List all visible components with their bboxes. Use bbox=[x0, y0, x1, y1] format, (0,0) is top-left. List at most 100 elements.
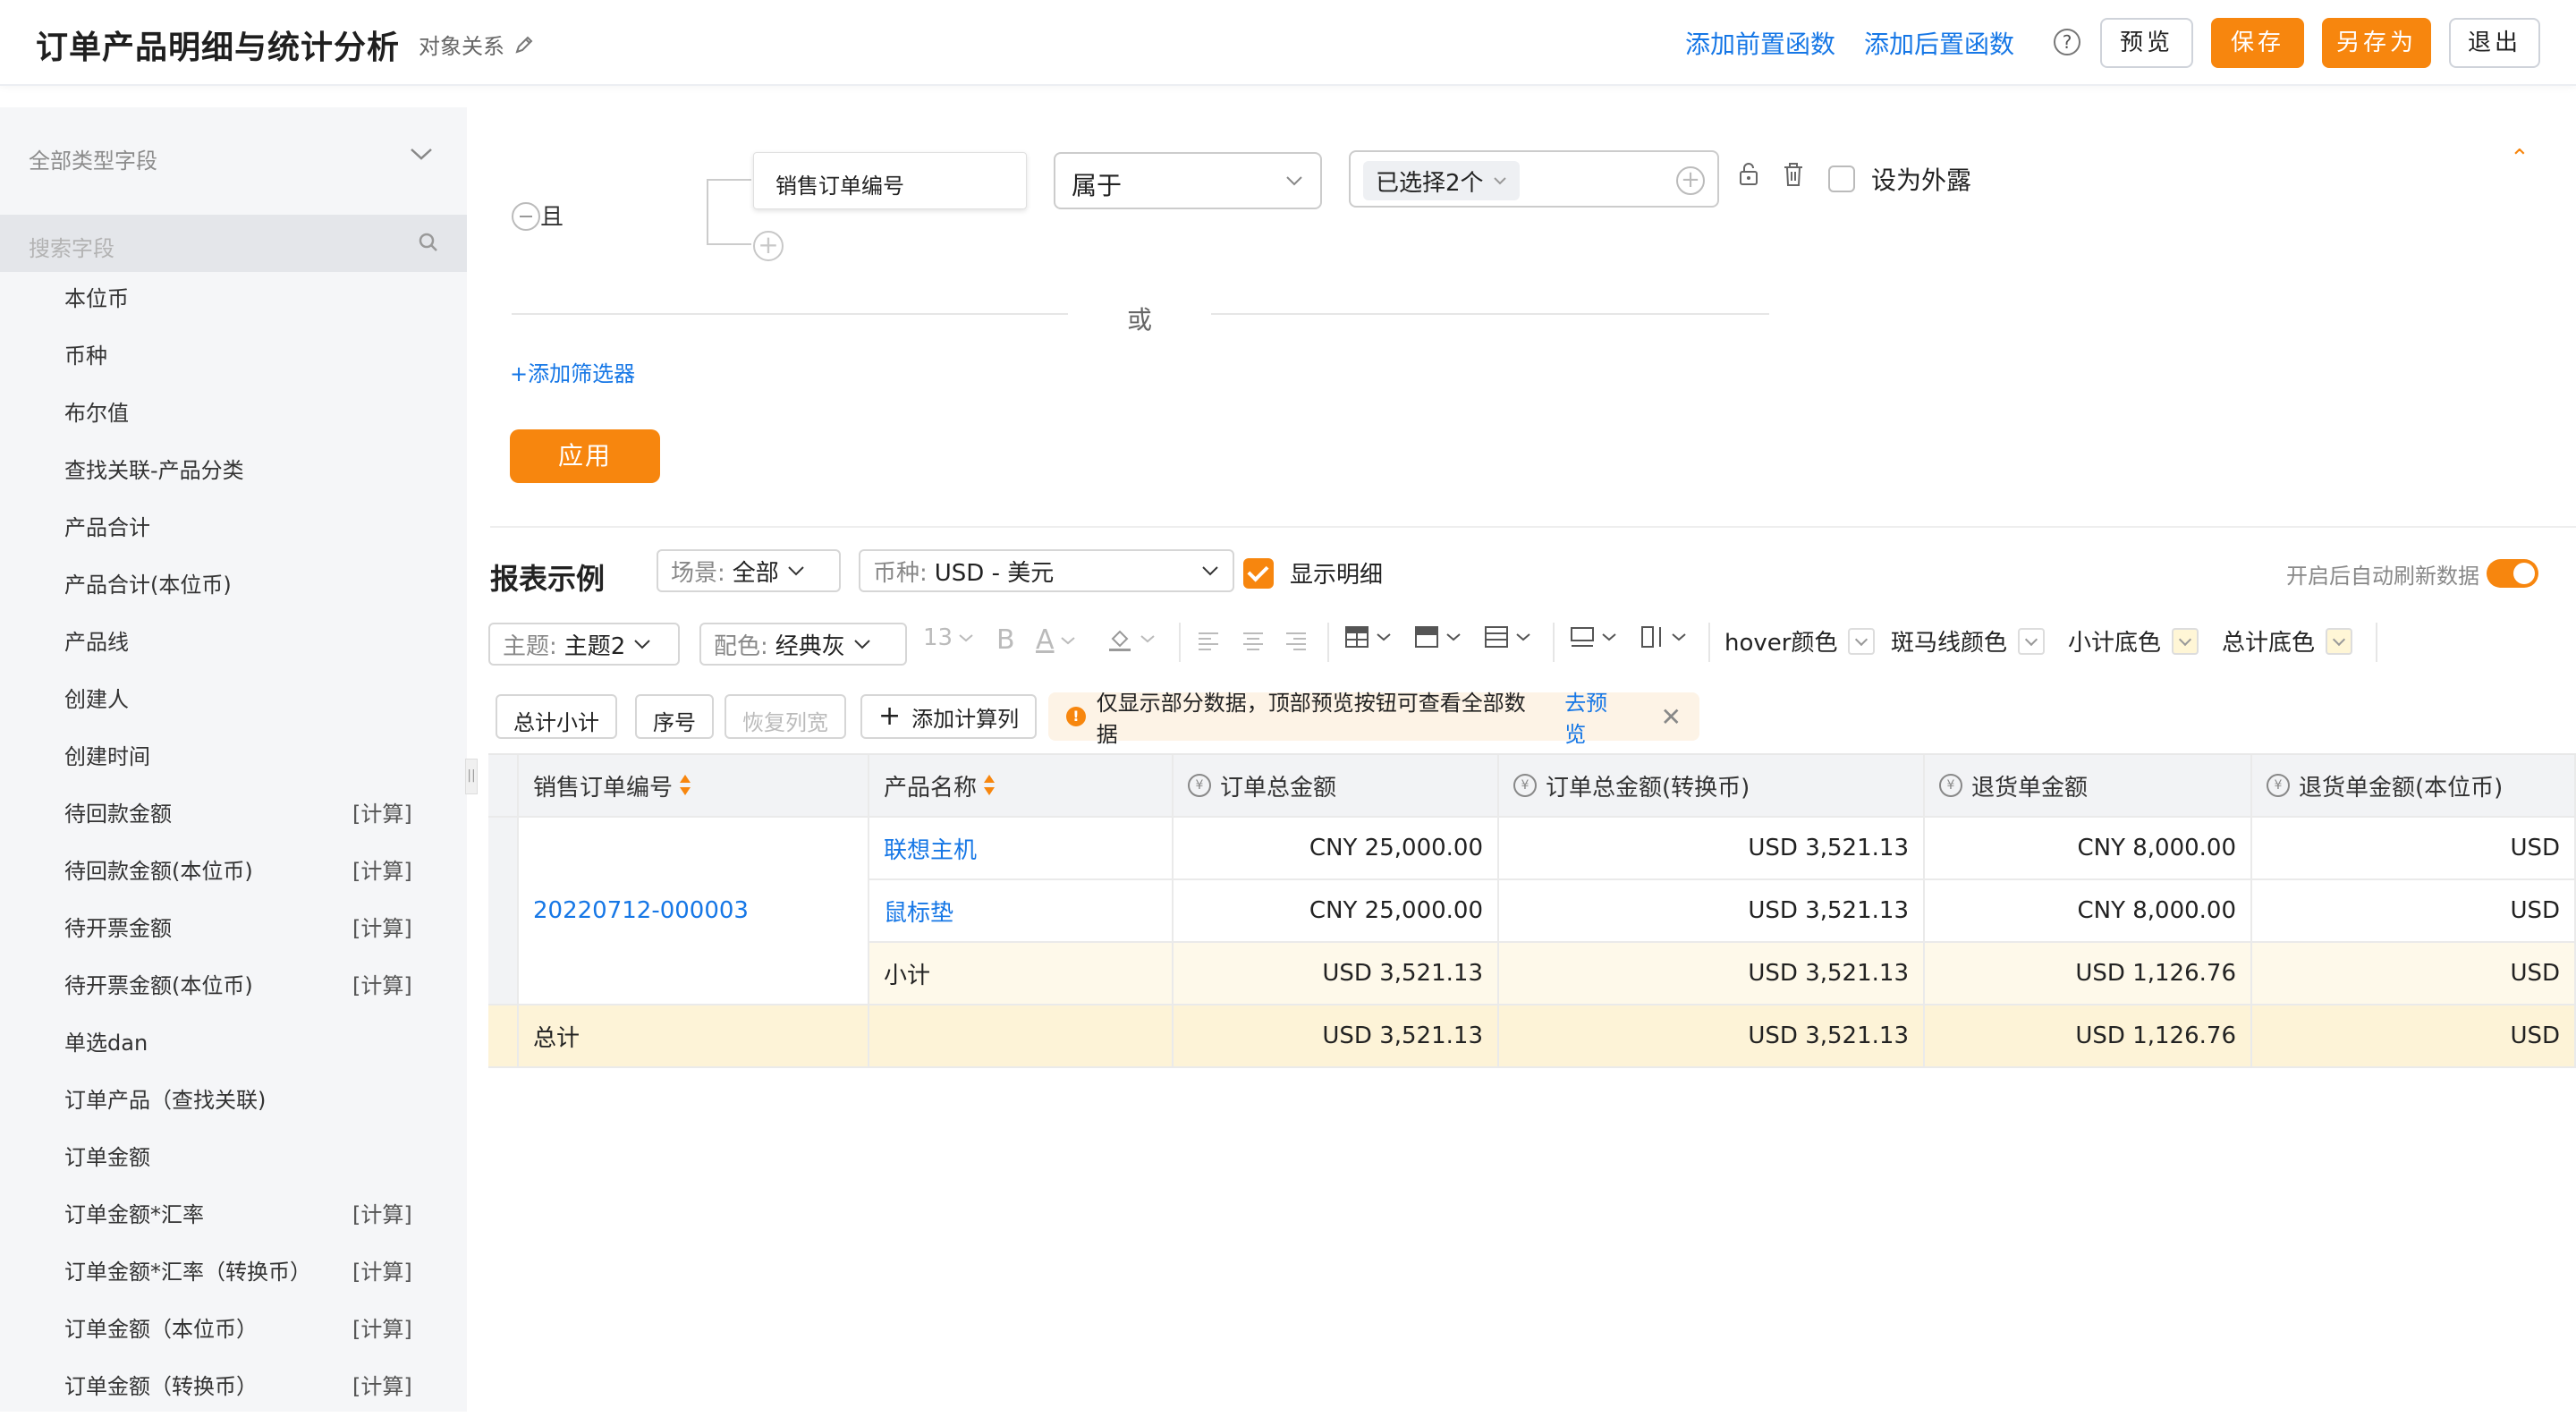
freeze-row-button[interactable] bbox=[1569, 624, 1617, 649]
sidebar-field-item[interactable]: 产品线 bbox=[0, 615, 467, 673]
expose-option[interactable]: 设为外露 bbox=[1828, 161, 1971, 197]
column-header-calc[interactable]: ¥ 退货单金额 bbox=[1925, 755, 2252, 818]
column-header-calc[interactable]: ¥ 退货单金额(本位币) bbox=[2252, 755, 2576, 818]
delete-icon[interactable] bbox=[1782, 161, 1805, 188]
column-header-order-no[interactable]: 销售订单编号 bbox=[519, 755, 869, 818]
edit-icon[interactable] bbox=[513, 34, 535, 55]
product-link[interactable]: 联想主机 bbox=[884, 832, 977, 865]
product-cell[interactable]: 鼠标垫 bbox=[869, 880, 1174, 943]
align-left-icon[interactable] bbox=[1195, 628, 1222, 655]
fill-color-button[interactable] bbox=[1106, 624, 1156, 653]
header-style-button[interactable] bbox=[1413, 624, 1462, 649]
sidebar-field-item[interactable]: 订单产品（查找关联) bbox=[0, 1073, 467, 1131]
field-label: 产品合计 bbox=[64, 515, 150, 540]
show-detail-checkbox[interactable] bbox=[1243, 557, 1274, 589]
exit-button[interactable]: 退出 bbox=[2449, 18, 2540, 68]
color-swatch[interactable] bbox=[2018, 627, 2046, 655]
sidebar-field-item[interactable]: 产品合计 bbox=[0, 501, 467, 558]
color-swatch[interactable] bbox=[1848, 627, 1876, 655]
order-number-link[interactable]: 20220712-000003 bbox=[533, 897, 749, 924]
lock-icon[interactable] bbox=[1737, 161, 1760, 188]
product-link[interactable]: 鼠标垫 bbox=[884, 895, 953, 928]
sidebar-field-item[interactable]: 查找关联-产品分类 bbox=[0, 444, 467, 501]
sidebar-field-item[interactable]: 创建时间 bbox=[0, 730, 467, 787]
search-icon[interactable] bbox=[417, 231, 440, 254]
help-icon[interactable]: ? bbox=[2054, 29, 2080, 55]
table-style-button[interactable] bbox=[1343, 624, 1392, 649]
column-header-calc[interactable]: ¥ 订单总金额 bbox=[1174, 755, 1499, 818]
theme-select[interactable]: 主题: 主题2 bbox=[488, 623, 680, 666]
field-type-filter[interactable]: 全部类型字段 bbox=[29, 143, 157, 174]
zebra-color-picker[interactable]: 斑马线颜色 bbox=[1891, 624, 2046, 658]
sidebar-field-item[interactable]: 本位币 bbox=[0, 272, 467, 329]
font-color-button[interactable]: A bbox=[1036, 624, 1076, 656]
add-calc-column-button[interactable]: + 添加计算列 bbox=[860, 694, 1038, 739]
sidebar-field-item[interactable]: 币种 bbox=[0, 329, 467, 386]
total-bg-picker[interactable]: 总计底色 bbox=[2222, 624, 2353, 658]
sort-icon[interactable] bbox=[680, 773, 691, 798]
row-style-button[interactable] bbox=[1483, 624, 1531, 649]
add-pre-function-link[interactable]: 添加前置函数 bbox=[1685, 25, 1835, 61]
sidebar-field-item[interactable]: 订单金额（本位币） [计算] bbox=[0, 1302, 467, 1360]
resize-handle[interactable]: || bbox=[465, 759, 478, 794]
chevron-down-icon[interactable] bbox=[408, 145, 435, 163]
freeze-column-button[interactable] bbox=[1639, 624, 1687, 649]
filter-field-select[interactable]: 销售订单编号 bbox=[753, 152, 1027, 209]
add-filter-link[interactable]: +添加筛选器 bbox=[510, 356, 635, 387]
order-number-cell[interactable]: 20220712-000003 bbox=[519, 818, 869, 1005]
sidebar-field-item[interactable]: 单选dan bbox=[0, 1016, 467, 1073]
total-subtotal-button[interactable]: 总计小计 bbox=[496, 694, 617, 739]
save-as-button[interactable]: 另存为 bbox=[2322, 18, 2431, 68]
sidebar-field-item[interactable]: 产品合计(本位币) bbox=[0, 558, 467, 615]
grand-total-cell: USD 3,521.13 bbox=[1174, 1005, 1499, 1068]
show-detail-option[interactable]: 显示明细 bbox=[1243, 556, 1383, 590]
color-swatch[interactable] bbox=[2172, 627, 2199, 655]
sidebar-field-item[interactable]: 布尔值 bbox=[0, 386, 467, 444]
add-condition-icon[interactable]: + bbox=[753, 231, 784, 261]
product-cell[interactable]: 联想主机 bbox=[869, 818, 1174, 880]
sidebar-field-item[interactable]: 待开票金额(本位币) [计算] bbox=[0, 959, 467, 1016]
color-scheme-select[interactable]: 配色: 经典灰 bbox=[699, 623, 907, 666]
add-post-function-link[interactable]: 添加后置函数 bbox=[1864, 25, 2014, 61]
sidebar-field-item[interactable]: 创建人 bbox=[0, 673, 467, 730]
sidebar-field-item[interactable]: 订单金额 bbox=[0, 1131, 467, 1188]
expose-checkbox[interactable] bbox=[1828, 165, 1855, 192]
sidebar-field-item[interactable]: 待开票金额 [计算] bbox=[0, 902, 467, 959]
selected-values-chip[interactable]: 已选择2个 bbox=[1363, 161, 1520, 200]
currency-select[interactable]: 币种: USD - 美元 bbox=[859, 549, 1234, 592]
sidebar-field-item[interactable]: 订单金额（转换币） [计算] bbox=[0, 1360, 467, 1417]
sidebar-field-item[interactable]: 待回款金额 [计算] bbox=[0, 787, 467, 844]
go-preview-link[interactable]: 去预览 bbox=[1564, 685, 1628, 748]
collapse-icon[interactable]: ⌃ bbox=[2510, 145, 2529, 172]
column-header-product[interactable]: 产品名称 bbox=[869, 755, 1174, 818]
hover-color-picker[interactable]: hover颜色 bbox=[1724, 624, 1876, 658]
bold-button[interactable]: B bbox=[996, 624, 1015, 656]
apply-button[interactable]: 应用 bbox=[510, 429, 660, 483]
preview-button[interactable]: 预览 bbox=[2100, 18, 2193, 68]
align-right-icon[interactable] bbox=[1283, 628, 1309, 655]
sort-icon[interactable] bbox=[984, 773, 996, 798]
add-value-icon[interactable]: + bbox=[1676, 166, 1705, 195]
sidebar-field-item[interactable]: 待回款金额(本位币) [计算] bbox=[0, 844, 467, 902]
field-search-input[interactable]: 搜索字段 bbox=[0, 215, 467, 272]
auto-refresh-toggle[interactable] bbox=[2487, 559, 2538, 588]
object-relation-link[interactable]: 对象关系 bbox=[419, 29, 535, 60]
sidebar-field-item[interactable]: 订单金额*汇率（转换币） [计算] bbox=[0, 1245, 467, 1302]
close-icon[interactable]: ✕ bbox=[1661, 702, 1682, 732]
grand-total-cell: USD 1,126.76 bbox=[1925, 1005, 2252, 1068]
align-center-icon[interactable] bbox=[1240, 628, 1267, 655]
plus-icon: + bbox=[878, 700, 902, 732]
remove-group-icon[interactable] bbox=[512, 202, 540, 231]
filter-value-select[interactable]: 已选择2个 + bbox=[1349, 150, 1719, 208]
scene-select[interactable]: 场景: 全部 bbox=[657, 549, 841, 592]
color-swatch[interactable] bbox=[2326, 627, 2353, 655]
subtotal-bg-picker[interactable]: 小计底色 bbox=[2068, 624, 2199, 658]
save-button[interactable]: 保存 bbox=[2211, 18, 2304, 68]
restore-width-button[interactable]: 恢复列宽 bbox=[724, 694, 846, 739]
logic-and-label[interactable]: 且 bbox=[540, 199, 564, 232]
filter-operator-select[interactable]: 属于 bbox=[1054, 152, 1322, 209]
column-header-calc[interactable]: ¥ 订单总金额(转换币) bbox=[1499, 755, 1925, 818]
index-button[interactable]: 序号 bbox=[635, 694, 714, 739]
font-size-select[interactable]: 13 bbox=[923, 624, 974, 651]
sidebar-field-item[interactable]: 订单金额*汇率 [计算] bbox=[0, 1188, 467, 1245]
